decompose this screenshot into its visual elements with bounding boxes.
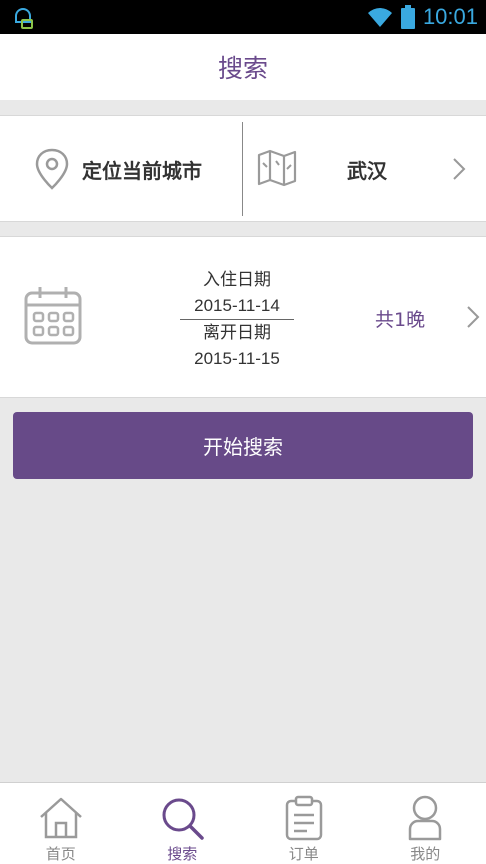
nav-item-orders[interactable]: 订单 — [243, 783, 365, 864]
checkin-label: 入住日期 — [203, 270, 271, 290]
clipboard-icon — [285, 795, 322, 841]
status-bar: 10:01 — [0, 0, 486, 34]
home-icon — [39, 797, 82, 839]
nav-label-home: 首页 — [45, 845, 76, 863]
nav-item-search[interactable]: 搜索 — [122, 783, 244, 864]
page-title: 搜索 — [217, 54, 268, 83]
calendar-icon — [24, 287, 82, 345]
start-search-button[interactable]: 开始搜索 — [13, 412, 473, 479]
checkout-date[interactable]: 2015-11-15 — [178, 346, 296, 372]
locate-current-city-label: 定位当前城市 — [82, 159, 202, 183]
app-header: 搜索 — [0, 34, 486, 100]
nav-label-orders: 订单 — [288, 845, 319, 863]
city-selector[interactable]: 武汉 — [243, 116, 486, 221]
city-name: 武汉 — [347, 159, 387, 183]
checkin-date[interactable]: 2015-11-14 — [178, 293, 296, 319]
bottom-nav: 首页 搜索 订单 我的 — [0, 782, 486, 864]
location-pin-icon — [35, 148, 69, 190]
nav-label-search: 搜索 — [167, 845, 198, 863]
chevron-right-icon — [453, 158, 466, 180]
search-icon — [162, 798, 204, 840]
nav-item-home[interactable]: 首页 — [0, 783, 122, 864]
status-time: 10:01 — [422, 4, 478, 29]
date-selector-card[interactable]: 入住日期 2015-11-14 离开日期 2015-11-15 共1晚 — [0, 236, 486, 398]
chevron-right-icon — [467, 306, 480, 328]
locate-current-city-button[interactable]: 定位当前城市 — [0, 116, 242, 221]
date-range: 入住日期 2015-11-14 离开日期 2015-11-15 — [178, 267, 296, 372]
nav-item-mine[interactable]: 我的 — [365, 783, 486, 864]
location-card: 定位当前城市 武汉 — [0, 115, 486, 222]
notification-app-icon — [15, 8, 33, 29]
battery-icon — [400, 5, 415, 29]
nav-label-mine: 我的 — [410, 845, 441, 863]
user-icon — [409, 795, 442, 841]
nights-count: 共1晚 — [375, 309, 426, 331]
map-icon — [257, 149, 297, 187]
checkout-label: 离开日期 — [203, 323, 271, 343]
wifi-icon — [367, 8, 392, 27]
